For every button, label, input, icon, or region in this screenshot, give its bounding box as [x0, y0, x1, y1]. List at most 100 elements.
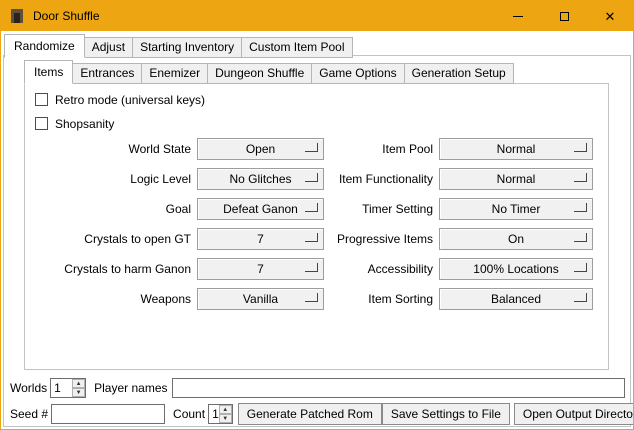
dropdown-indicator-icon [305, 263, 318, 272]
crystals-open-gt-dropdown[interactable]: 7 [197, 228, 324, 250]
crystals-harm-ganon-label: Crystals to harm Ganon [31, 262, 191, 276]
logic-level-dropdown[interactable]: No Glitches [197, 168, 324, 190]
world-state-dropdown[interactable]: Open [197, 138, 324, 160]
tab-starting-inventory[interactable]: Starting Inventory [132, 37, 242, 58]
tab-entrances[interactable]: Entrances [72, 63, 142, 84]
tab-enemizer[interactable]: Enemizer [141, 63, 208, 84]
world-state-value: Open [246, 142, 275, 156]
close-icon: ✕ [605, 10, 616, 23]
worlds-spinner-arrows: ▲ ▼ [72, 379, 85, 397]
item-functionality-value: Normal [497, 172, 536, 186]
count-value: 1 [209, 405, 219, 423]
dropdown-indicator-icon [574, 173, 587, 182]
sub-tab-bar: Items Entrances Enemizer Dungeon Shuffle… [24, 60, 609, 84]
progressive-items-label: Progressive Items [330, 232, 433, 246]
accessibility-label: Accessibility [330, 262, 433, 276]
crystals-open-gt-label: Crystals to open GT [31, 232, 191, 246]
shopsanity-label: Shopsanity [55, 117, 114, 131]
world-state-label: World State [31, 142, 191, 156]
progressive-items-value: On [508, 232, 524, 246]
spin-up-icon[interactable]: ▲ [219, 405, 232, 414]
item-sorting-dropdown[interactable]: Balanced [439, 288, 593, 310]
maximize-button[interactable] [541, 1, 587, 31]
save-settings-button[interactable]: Save Settings to File [382, 403, 510, 425]
checkbox-box-icon [35, 93, 48, 106]
worlds-spinner[interactable]: 1 ▲ ▼ [50, 378, 86, 398]
dropdown-indicator-icon [574, 293, 587, 302]
checkbox-box-icon [35, 117, 48, 130]
tab-items[interactable]: Items [24, 60, 73, 84]
worlds-row: Worlds 1 ▲ ▼ Player names [10, 378, 625, 398]
weapons-label: Weapons [31, 292, 191, 306]
dropdown-indicator-icon [305, 203, 318, 212]
spin-up-icon[interactable]: ▲ [72, 379, 85, 388]
dropdown-indicator-icon [574, 263, 587, 272]
dropdown-indicator-icon [574, 233, 587, 242]
timer-setting-value: No Timer [492, 202, 541, 216]
weapons-value: Vanilla [243, 292, 278, 306]
player-names-label: Player names [94, 381, 167, 395]
tab-custom-item-pool[interactable]: Custom Item Pool [241, 37, 352, 58]
spin-down-icon[interactable]: ▼ [72, 388, 85, 397]
item-functionality-label: Item Functionality [330, 172, 433, 186]
item-pool-dropdown[interactable]: Normal [439, 138, 593, 160]
sub-notebook: Items Entrances Enemizer Dungeon Shuffle… [24, 60, 609, 370]
spin-down-icon[interactable]: ▼ [219, 414, 232, 423]
tab-adjust[interactable]: Adjust [84, 37, 133, 58]
player-names-input[interactable] [172, 378, 626, 398]
dropdown-indicator-icon [305, 143, 318, 152]
seed-input[interactable] [51, 404, 165, 424]
count-spinner[interactable]: 1 ▲ ▼ [208, 404, 233, 424]
window-content: Randomize Adjust Starting Inventory Cust… [1, 31, 633, 429]
item-functionality-dropdown[interactable]: Normal [439, 168, 593, 190]
weapons-dropdown[interactable]: Vanilla [197, 288, 324, 310]
shopsanity-checkbox[interactable]: Shopsanity [35, 116, 608, 131]
retro-mode-checkbox[interactable]: Retro mode (universal keys) [35, 92, 608, 107]
item-pool-value: Normal [497, 142, 536, 156]
window-title: Door Shuffle [33, 9, 100, 23]
timer-setting-label: Timer Setting [330, 202, 433, 216]
title-bar[interactable]: Door Shuffle ✕ [1, 1, 633, 31]
generate-patched-rom-button[interactable]: Generate Patched Rom [238, 403, 382, 425]
retro-mode-label: Retro mode (universal keys) [55, 93, 205, 107]
seed-label: Seed # [10, 407, 48, 421]
main-tab-bar: Randomize Adjust Starting Inventory Cust… [4, 34, 352, 58]
goal-dropdown[interactable]: Defeat Ganon [197, 198, 324, 220]
accessibility-dropdown[interactable]: 100% Locations [439, 258, 593, 280]
item-pool-label: Item Pool [330, 142, 433, 156]
tab-game-options[interactable]: Game Options [311, 63, 404, 84]
dropdown-indicator-icon [305, 233, 318, 242]
close-button[interactable]: ✕ [587, 1, 633, 31]
count-label: Count [173, 407, 205, 421]
options-grid: World State Open Item Pool Normal Logic … [31, 138, 608, 310]
items-page: Retro mode (universal keys) Shopsanity W… [24, 83, 609, 370]
accessibility-value: 100% Locations [473, 262, 558, 276]
dropdown-indicator-icon [305, 173, 318, 182]
maximize-icon [560, 12, 569, 21]
tab-dungeon-shuffle[interactable]: Dungeon Shuffle [207, 63, 312, 84]
tab-generation-setup[interactable]: Generation Setup [404, 63, 514, 84]
crystals-open-gt-value: 7 [257, 232, 264, 246]
goal-value: Defeat Ganon [223, 202, 298, 216]
app-icon [9, 8, 25, 24]
dropdown-indicator-icon [305, 293, 318, 302]
minimize-icon [513, 16, 523, 17]
dropdown-indicator-icon [574, 143, 587, 152]
item-sorting-value: Balanced [491, 292, 541, 306]
logic-level-value: No Glitches [229, 172, 291, 186]
goal-label: Goal [31, 202, 191, 216]
randomize-page: Items Entrances Enemizer Dungeon Shuffle… [3, 55, 631, 427]
crystals-harm-ganon-dropdown[interactable]: 7 [197, 258, 324, 280]
progressive-items-dropdown[interactable]: On [439, 228, 593, 250]
open-output-directory-button[interactable]: Open Output Directory [514, 403, 634, 425]
count-spinner-arrows: ▲ ▼ [219, 405, 232, 423]
timer-setting-dropdown[interactable]: No Timer [439, 198, 593, 220]
worlds-value: 1 [51, 379, 72, 397]
worlds-label: Worlds [10, 381, 47, 395]
seed-row: Seed # Count 1 ▲ ▼ Generate Patched Rom … [10, 403, 625, 425]
minimize-button[interactable] [495, 1, 541, 31]
app-window: Door Shuffle ✕ Randomize Adjust Starting… [0, 0, 634, 430]
tab-randomize[interactable]: Randomize [4, 34, 85, 58]
crystals-harm-ganon-value: 7 [257, 262, 264, 276]
dropdown-indicator-icon [574, 203, 587, 212]
